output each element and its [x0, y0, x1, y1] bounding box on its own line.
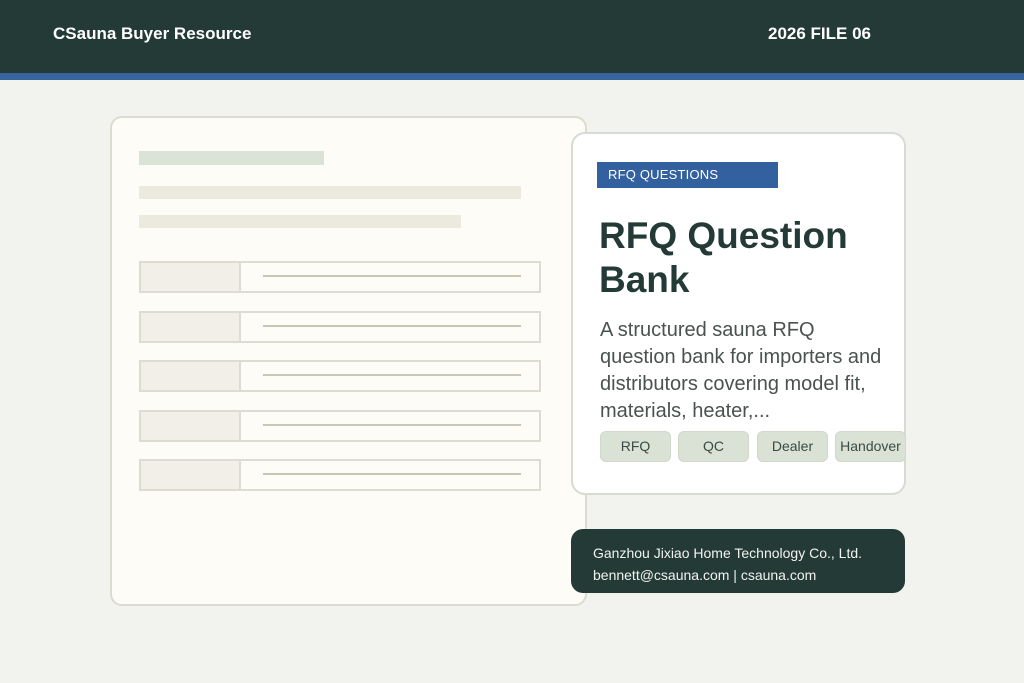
- card-description: A structured sauna RFQ question bank for…: [600, 319, 882, 422]
- doc-form-label-cell: [141, 461, 241, 489]
- category-badge: RFQ QUESTIONS: [597, 162, 778, 188]
- doc-form-row: [139, 459, 541, 491]
- doc-form-row: [139, 261, 541, 293]
- doc-form-row: [139, 360, 541, 392]
- tag-handover[interactable]: Handover: [835, 431, 906, 462]
- doc-text-placeholder: [139, 215, 461, 228]
- top-bar: CSauna Buyer Resource 2026 FILE 06: [0, 0, 1024, 73]
- tag-rfq[interactable]: RFQ: [600, 431, 671, 462]
- card-title[interactable]: RFQ Question Bank: [599, 214, 889, 302]
- doc-form-row: [139, 311, 541, 343]
- doc-form-rule: [263, 325, 521, 327]
- tag-qc[interactable]: QC: [678, 431, 749, 462]
- doc-text-placeholder: [139, 186, 521, 199]
- file-label: 2026 FILE 06: [768, 24, 872, 43]
- doc-heading-placeholder: [139, 151, 324, 165]
- doc-form-label-cell: [141, 412, 241, 440]
- doc-form-label-cell: [141, 263, 241, 291]
- resource-card[interactable]: RFQ QUESTIONS RFQ Question Bank A struct…: [571, 132, 906, 495]
- contact-email-website[interactable]: bennett@csauna.com | csauna.com: [593, 564, 905, 586]
- doc-form-rule: [263, 275, 521, 277]
- doc-form-rule: [263, 473, 521, 475]
- company-name: Ganzhou Jixiao Home Technology Co., Ltd.: [593, 545, 863, 561]
- doc-form-label-cell: [141, 313, 241, 341]
- contact-box: Ganzhou Jixiao Home Technology Co., Ltd.…: [571, 529, 905, 593]
- doc-form-label-cell: [141, 362, 241, 390]
- doc-form-rule: [263, 374, 521, 376]
- document-preview-illustration: [110, 116, 587, 606]
- tag-dealer[interactable]: Dealer: [757, 431, 828, 462]
- doc-form-rule: [263, 424, 521, 426]
- header-accent-stripe: [0, 73, 1024, 80]
- doc-form-row: [139, 410, 541, 442]
- brand-name[interactable]: CSauna Buyer Resource: [53, 24, 251, 44]
